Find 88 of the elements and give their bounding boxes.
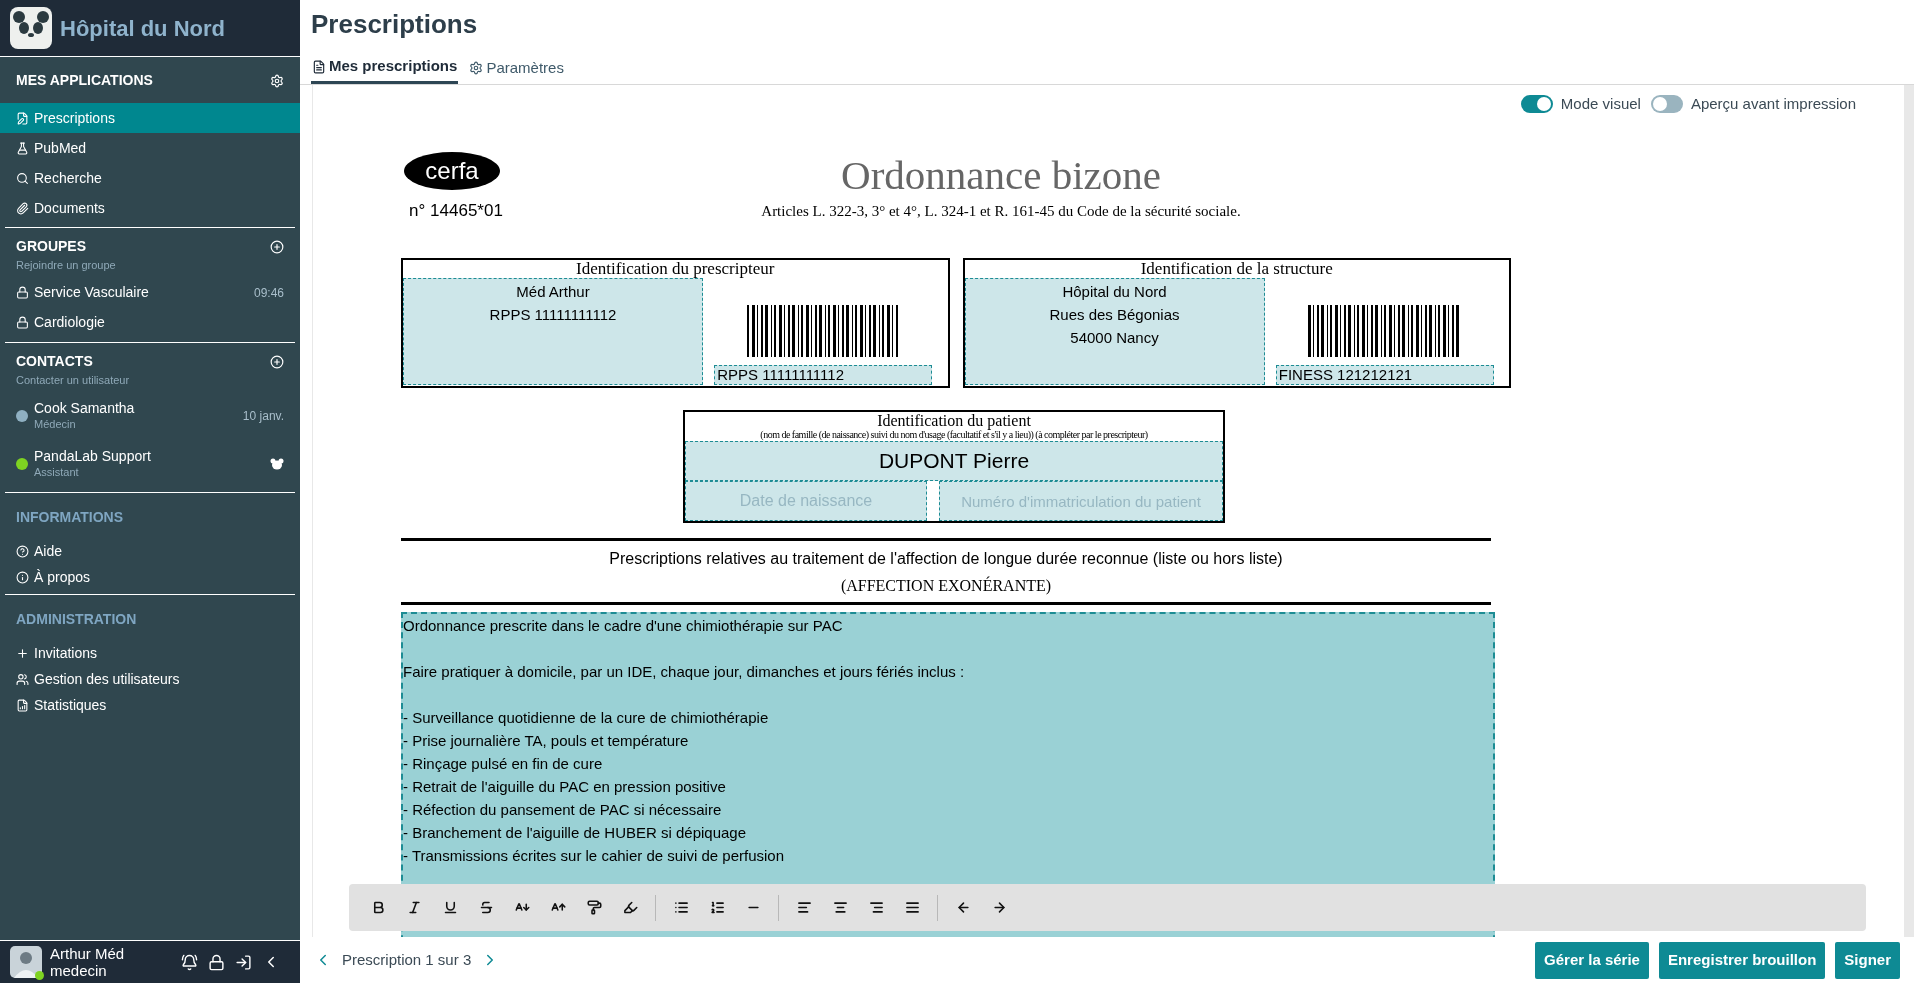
flask-icon: [16, 141, 29, 155]
form-subtitle: Articles L. 322-3, 3° et 4°, L. 324-1 et R. 161-45 du Code de la sécurité sociale.: [761, 201, 1241, 221]
avatar-icon: [10, 946, 42, 978]
section-title: Prescriptions relatives au traitement de l'affection de longue durée reconnue (liste ou hors liste): [609, 549, 1283, 569]
section-subtitle: (AFFECTION EXONÉRANTE): [840, 575, 1052, 597]
pager-label: Prescription 1 sur 3: [342, 949, 472, 970]
paperclip-icon: [16, 201, 29, 215]
action-button[interactable]: Signer: [1835, 941, 1900, 979]
bell-icon[interactable]: [181, 953, 198, 971]
address-field[interactable]: Méd Arthur RPPS 11111111112: [403, 278, 703, 385]
document-icon: [16, 111, 29, 125]
contact-name: Cook Samantha: [34, 400, 136, 416]
section-heading: GROUPES: [16, 237, 87, 256]
tab[interactable]: Paramètres: [468, 52, 565, 84]
plus-icon: [16, 646, 29, 660]
document-icon: [312, 59, 326, 74]
lock-icon[interactable]: [208, 953, 225, 971]
prescription-line: - Transmissions écrites sur le cahier de suivi de perfusion: [403, 846, 785, 866]
prescription-line: - Rinçage pulsé en fin de cure: [403, 754, 604, 774]
panda-logo: [10, 7, 52, 49]
address-field[interactable]: Hôpital du Nord Rues des Bégonias 54000 Nancy: [964, 278, 1265, 385]
contact-date: 10 janv.: [242, 408, 284, 425]
prescription-paragraph: Faire pratiquer à domicile, par un IDE, chaque jour, dimanches et jours fériés inclus :: [403, 662, 966, 682]
brand-name: Hôpital du Nord: [60, 14, 225, 43]
report-icon: [16, 698, 29, 712]
contact-item[interactable]: PandaLab Support Assistant: [5, 440, 295, 488]
user-role: medecin: [50, 962, 108, 979]
section-link[interactable]: Rejoindre un groupe: [16, 257, 116, 274]
address-line: Hôpital du Nord: [1062, 282, 1167, 302]
users-icon: [16, 672, 29, 686]
section-heading: ADMINISTRATION: [16, 610, 137, 629]
nav-item[interactable]: Documents: [0, 193, 300, 223]
nav-item[interactable]: Gestion des utilisateurs: [5, 666, 295, 692]
nav-item[interactable]: Statistiques: [5, 692, 295, 718]
action-button[interactable]: Enregistrer brouillon: [1658, 941, 1826, 979]
nav-item[interactable]: Recherche: [0, 163, 300, 193]
box-heading: Identification du patient: [876, 412, 1032, 429]
section-heading: MES APPLICATIONS: [16, 70, 153, 90]
contact-role: Médecin: [34, 417, 77, 432]
add-icon[interactable]: [270, 240, 284, 254]
question-icon: [16, 544, 29, 558]
box-heading: Identification du prescripteur: [575, 260, 776, 278]
nav-item[interactable]: Invitations: [5, 640, 295, 666]
settings-icon[interactable]: [270, 73, 284, 88]
address-line: Rues des Bégonias: [1049, 305, 1180, 325]
form-number: n° 14465*01: [409, 199, 503, 222]
lock-icon: [16, 286, 29, 299]
nav-item[interactable]: À propos: [5, 564, 295, 590]
address-line: RPPS 11111111112: [489, 305, 617, 325]
form-title: Ordonnance bizone: [841, 151, 1161, 198]
nav-item[interactable]: PubMed: [0, 133, 300, 163]
code-field[interactable]: FINESS 121212121: [1275, 365, 1494, 385]
nav-item[interactable]: Service Vasculaire 09:46: [5, 277, 295, 308]
patient-name-field[interactable]: DUPONT Pierre: [685, 441, 1223, 481]
cerfa-logo: cerfa: [404, 151, 500, 190]
contact-name: PandaLab Support: [34, 448, 152, 464]
prescription-line: - Réfection du pansement de PAC si nécessaire: [403, 800, 723, 820]
toggle-switch[interactable]: [1520, 95, 1553, 114]
toggle-label: Aperçu avant impression: [1690, 94, 1856, 114]
logout-icon[interactable]: [235, 953, 252, 971]
prescription-paragraph: Ordonnance prescrite dans le cadre d'une chimiothérapie sur PAC: [403, 616, 844, 636]
section-heading: CONTACTS: [16, 351, 94, 371]
lock-icon: [16, 316, 29, 329]
add-icon[interactable]: [270, 354, 284, 369]
prescription-line: - Branchement de l'aiguille de HUBER si dépiquage: [403, 823, 748, 843]
code-field[interactable]: RPPS 11111111112: [714, 365, 933, 385]
toggle-label: Mode visuel: [1560, 94, 1641, 114]
contact-item[interactable]: Cook Samantha Médecin 10 janv.: [5, 392, 295, 440]
address-line: Méd Arthur: [516, 282, 590, 302]
info-icon: [16, 570, 29, 584]
nav-item[interactable]: Cardiologie: [5, 307, 295, 338]
settings-icon: [469, 61, 484, 75]
box-note: (nom de famille (de naissance) suivi du nom d'usage (facultatif et s'il y a lieu)) (à compléter par le prescripteur): [759, 429, 1149, 441]
prescription-line: - Retrait de l'aiguille du PAC en pression positive: [403, 777, 727, 797]
section-link[interactable]: Contacter un utilisateur: [16, 371, 130, 388]
box-heading: Identification de la structure: [1139, 260, 1334, 278]
address-line: 54000 Nancy: [1070, 328, 1159, 348]
toggle-switch[interactable]: [1650, 95, 1683, 114]
nav-item[interactable]: Prescriptions: [0, 103, 300, 133]
contact-role: Assistant: [34, 465, 80, 480]
prescription-line: - Surveillance quotidienne de la cure de chimiothérapie: [403, 708, 770, 728]
user-name: Arthur Méd: [50, 945, 126, 962]
search-icon: [16, 171, 29, 185]
prescription-line: - Prise journalière TA, pouls et température: [403, 731, 690, 751]
nav-item[interactable]: Aide: [5, 538, 295, 564]
action-button[interactable]: Gérer la série: [1535, 941, 1649, 979]
section-heading: INFORMATIONS: [16, 508, 124, 527]
page-title: Prescriptions: [310, 7, 479, 41]
